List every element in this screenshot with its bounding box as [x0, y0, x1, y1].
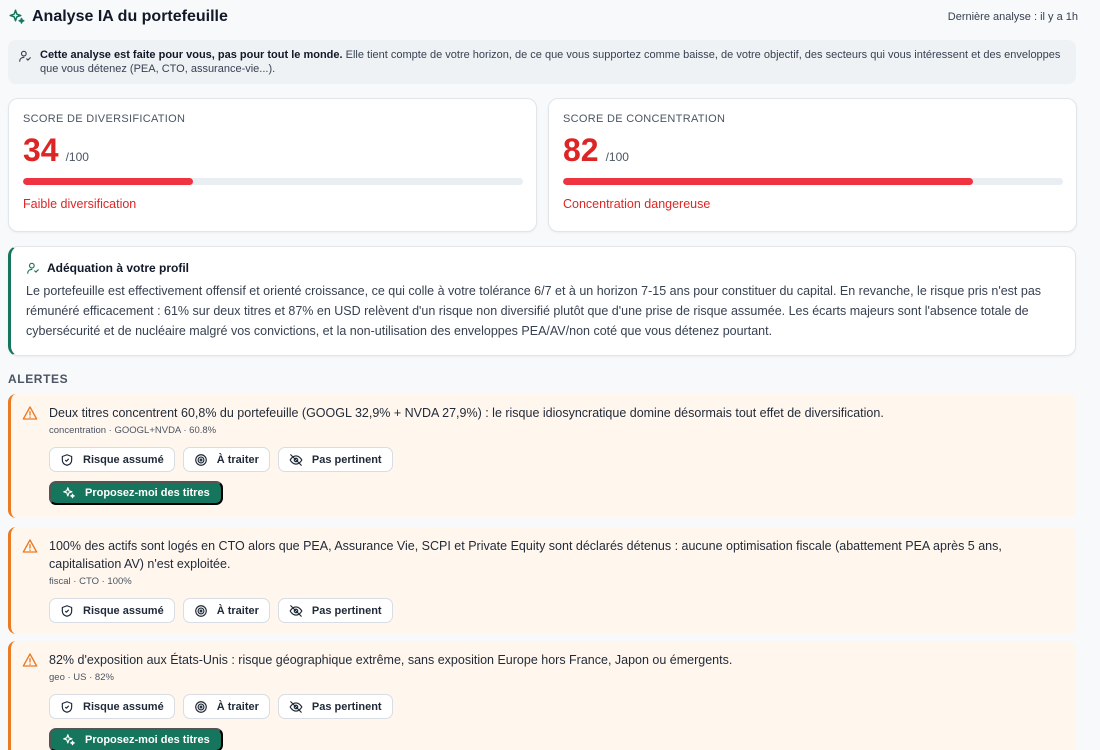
to-handle-button[interactable]: À traiter	[182, 598, 270, 623]
score-progress-fill	[563, 178, 973, 185]
propose-stocks-button[interactable]: Proposez-moi des titres	[49, 728, 223, 750]
alert-text: Deux titres concentrent 60,8% du portefe…	[49, 406, 884, 420]
diversification-score-card: SCORE DE DIVERSIFICATION 34 /100 Faible …	[8, 98, 537, 232]
alerts-heading: ALERTES	[8, 372, 69, 386]
target-icon	[194, 700, 208, 714]
eye-off-icon	[289, 453, 303, 467]
page-title: Analyse IA du portefeuille	[32, 8, 228, 25]
user-check-icon	[26, 261, 40, 275]
eye-off-icon	[289, 604, 303, 618]
warning-icon	[22, 538, 38, 554]
button-label: Risque assumé	[83, 700, 164, 713]
sparkles-icon	[62, 733, 76, 747]
score-denominator: /100	[605, 150, 629, 164]
target-icon	[194, 453, 208, 467]
risk-accepted-button[interactable]: Risque assumé	[49, 598, 175, 623]
not-relevant-button[interactable]: Pas pertinent	[277, 447, 393, 472]
button-label: À traiter	[216, 453, 259, 466]
alert-card: 100% des actifs sont logés en CTO alors …	[8, 527, 1076, 634]
propose-stocks-button[interactable]: Proposez-moi des titres	[49, 481, 223, 505]
score-progress-fill	[23, 178, 193, 185]
score-label: SCORE DE CONCENTRATION	[563, 113, 726, 125]
profile-title: Adéquation à votre profil	[47, 261, 190, 275]
eye-off-icon	[289, 700, 303, 714]
button-label: Risque assumé	[83, 604, 164, 617]
notice-text: Cette analyse est faite pour vous, pas p…	[40, 48, 1066, 84]
page-header: Analyse IA du portefeuille Dernière anal…	[8, 6, 1078, 28]
score-progress-track	[23, 178, 523, 185]
risk-accepted-button[interactable]: Risque assumé	[49, 447, 175, 472]
profile-adequacy-card: Adéquation à votre profil Le portefeuill…	[8, 246, 1076, 356]
score-denominator: /100	[65, 150, 89, 164]
warning-icon	[22, 652, 38, 668]
personalization-notice: Cette analyse est faite pour vous, pas p…	[8, 40, 1076, 84]
button-label: Risque assumé	[83, 453, 164, 466]
button-label: À traiter	[216, 604, 259, 617]
shield-icon	[60, 453, 74, 467]
profile-text: Le portefeuille est effectivement offens…	[26, 284, 1042, 338]
button-label: À traiter	[216, 700, 259, 713]
risk-accepted-button[interactable]: Risque assumé	[49, 694, 175, 719]
concentration-score-card: SCORE DE CONCENTRATION 82 /100 Concentra…	[548, 98, 1077, 232]
score-value: 82	[563, 132, 599, 168]
not-relevant-button[interactable]: Pas pertinent	[277, 598, 393, 623]
score-progress-track	[563, 178, 1063, 185]
alert-text: 82% d'exposition aux États-Unis : risque…	[49, 653, 733, 667]
last-analysis-timestamp: Dernière analyse : il y a 1h	[947, 11, 1078, 23]
to-handle-button[interactable]: À traiter	[182, 694, 270, 719]
to-handle-button[interactable]: À traiter	[182, 447, 270, 472]
warning-icon	[22, 405, 38, 421]
score-description: Concentration dangereuse	[563, 197, 711, 211]
alert-text: 100% des actifs sont logés en CTO alors …	[49, 539, 1002, 571]
alert-card: Deux titres concentrent 60,8% du portefe…	[8, 394, 1076, 518]
alert-meta: concentration · GOOGL+NVDA · 60.8%	[49, 425, 217, 436]
sparkles-icon	[8, 8, 26, 26]
user-icon	[18, 49, 32, 63]
target-icon	[194, 604, 208, 618]
score-label: SCORE DE DIVERSIFICATION	[23, 113, 186, 125]
button-label: Proposez-moi des titres	[85, 734, 210, 746]
sparkles-icon	[62, 486, 76, 500]
shield-icon	[60, 604, 74, 618]
score-description: Faible diversification	[23, 197, 137, 211]
button-label: Pas pertinent	[311, 604, 382, 617]
button-label: Pas pertinent	[311, 453, 382, 466]
score-value: 34	[23, 132, 59, 168]
button-label: Pas pertinent	[311, 700, 382, 713]
shield-icon	[60, 700, 74, 714]
alert-card: 82% d'exposition aux États-Unis : risque…	[8, 641, 1076, 750]
alert-meta: fiscal · CTO · 100%	[49, 576, 132, 587]
notice-bold: Cette analyse est faite pour vous, pas p…	[40, 49, 343, 61]
not-relevant-button[interactable]: Pas pertinent	[277, 694, 393, 719]
button-label: Proposez-moi des titres	[85, 487, 210, 499]
alert-meta: geo · US · 82%	[49, 672, 114, 683]
